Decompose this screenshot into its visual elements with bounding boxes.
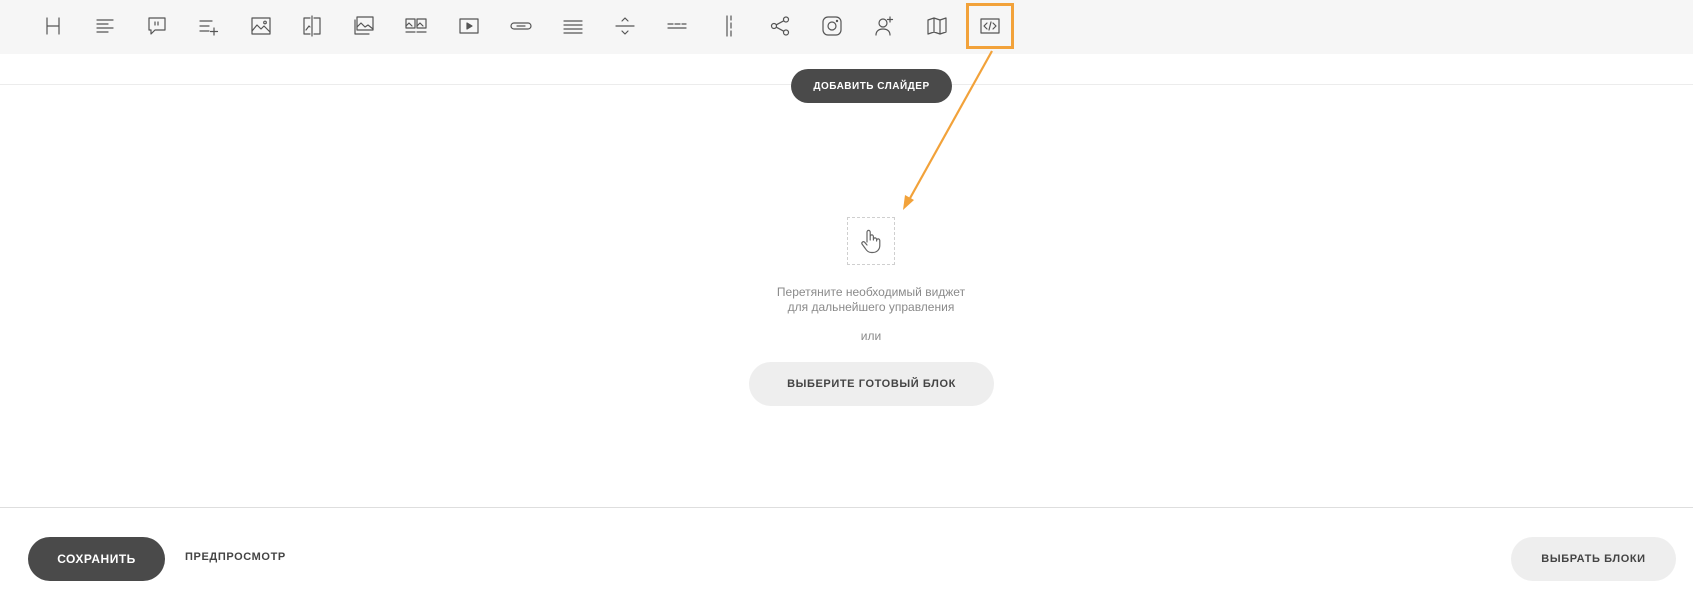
before-after-tool[interactable] (291, 5, 333, 47)
button-icon (510, 22, 532, 30)
instagram-tool[interactable] (811, 5, 853, 47)
spacer-tool[interactable] (604, 5, 646, 47)
html-code-tool[interactable] (966, 3, 1014, 49)
drop-hint-line-1: Перетяните необходимый виджет (776, 285, 966, 299)
preview-link[interactable]: ПРЕДПРОСМОТР (185, 551, 286, 563)
author-tool[interactable] (863, 5, 905, 47)
quote-tool[interactable] (136, 5, 178, 47)
share-tool[interactable] (759, 5, 801, 47)
hand-pointer-icon (861, 229, 881, 254)
choose-ready-block-button[interactable]: ВЫБЕРИТЕ ГОТОВЫЙ БЛОК (749, 362, 994, 406)
heading-tool[interactable] (32, 5, 74, 47)
image-caption-icon (354, 16, 374, 35)
gallery-tool[interactable] (395, 5, 437, 47)
text-tool[interactable] (84, 5, 126, 47)
list-tool[interactable] (188, 5, 230, 47)
widget-drop-zone[interactable] (847, 217, 895, 265)
image-icon (251, 17, 271, 35)
quote-icon (148, 17, 166, 35)
image-caption-tool[interactable] (343, 5, 385, 47)
code-icon (980, 18, 1000, 34)
or-separator-text: или (860, 329, 882, 343)
image-tool[interactable] (240, 5, 282, 47)
button-tool[interactable] (500, 5, 542, 47)
pick-blocks-button[interactable]: ВЫБРАТЬ БЛОКИ (1511, 537, 1676, 581)
widget-toolbar (0, 0, 1693, 54)
add-user-icon (875, 16, 894, 36)
gallery-icon (405, 18, 427, 33)
save-button[interactable]: СОХРАНИТЬ (28, 537, 165, 581)
drop-hint-line-2: для дальнейшего управления (787, 300, 955, 314)
column-divider-icon (726, 15, 732, 37)
drop-hint: Перетяните необходимый виджет для дальне… (700, 285, 1042, 315)
map-icon (927, 17, 947, 35)
columns-tool[interactable] (708, 5, 750, 47)
spacer-icon (615, 17, 635, 35)
map-tool[interactable] (916, 5, 958, 47)
footer-divider (0, 507, 1693, 508)
separator-tool[interactable] (656, 5, 698, 47)
text-align-icon (96, 19, 114, 33)
list-add-icon (199, 20, 219, 36)
before-after-icon (303, 15, 321, 37)
video-icon (459, 18, 479, 34)
instagram-icon (822, 16, 842, 36)
block-tool[interactable] (552, 5, 594, 47)
video-tool[interactable] (448, 5, 490, 47)
share-icon (770, 16, 790, 36)
add-slider-button[interactable]: ДОБАВИТЬ СЛАЙДЕР (791, 69, 952, 103)
lines-icon (563, 20, 583, 34)
separator-icon (667, 23, 687, 29)
heading-icon (46, 17, 60, 35)
